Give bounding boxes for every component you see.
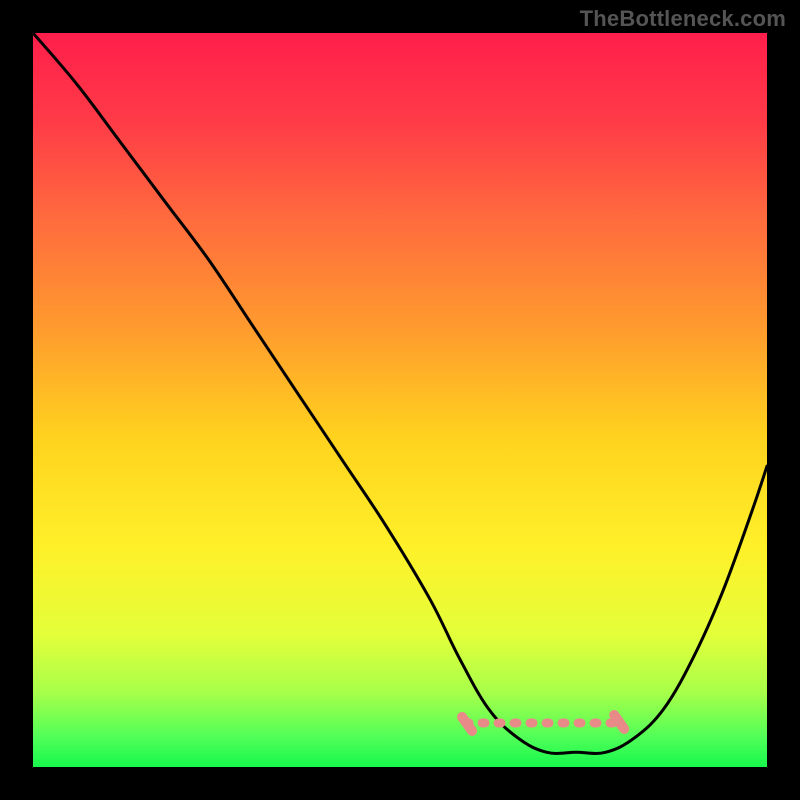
plot-area	[33, 33, 767, 767]
gradient-background	[33, 33, 767, 767]
watermark-text: TheBottleneck.com	[580, 6, 786, 32]
plot-svg	[33, 33, 767, 767]
chart-frame: TheBottleneck.com	[0, 0, 800, 800]
